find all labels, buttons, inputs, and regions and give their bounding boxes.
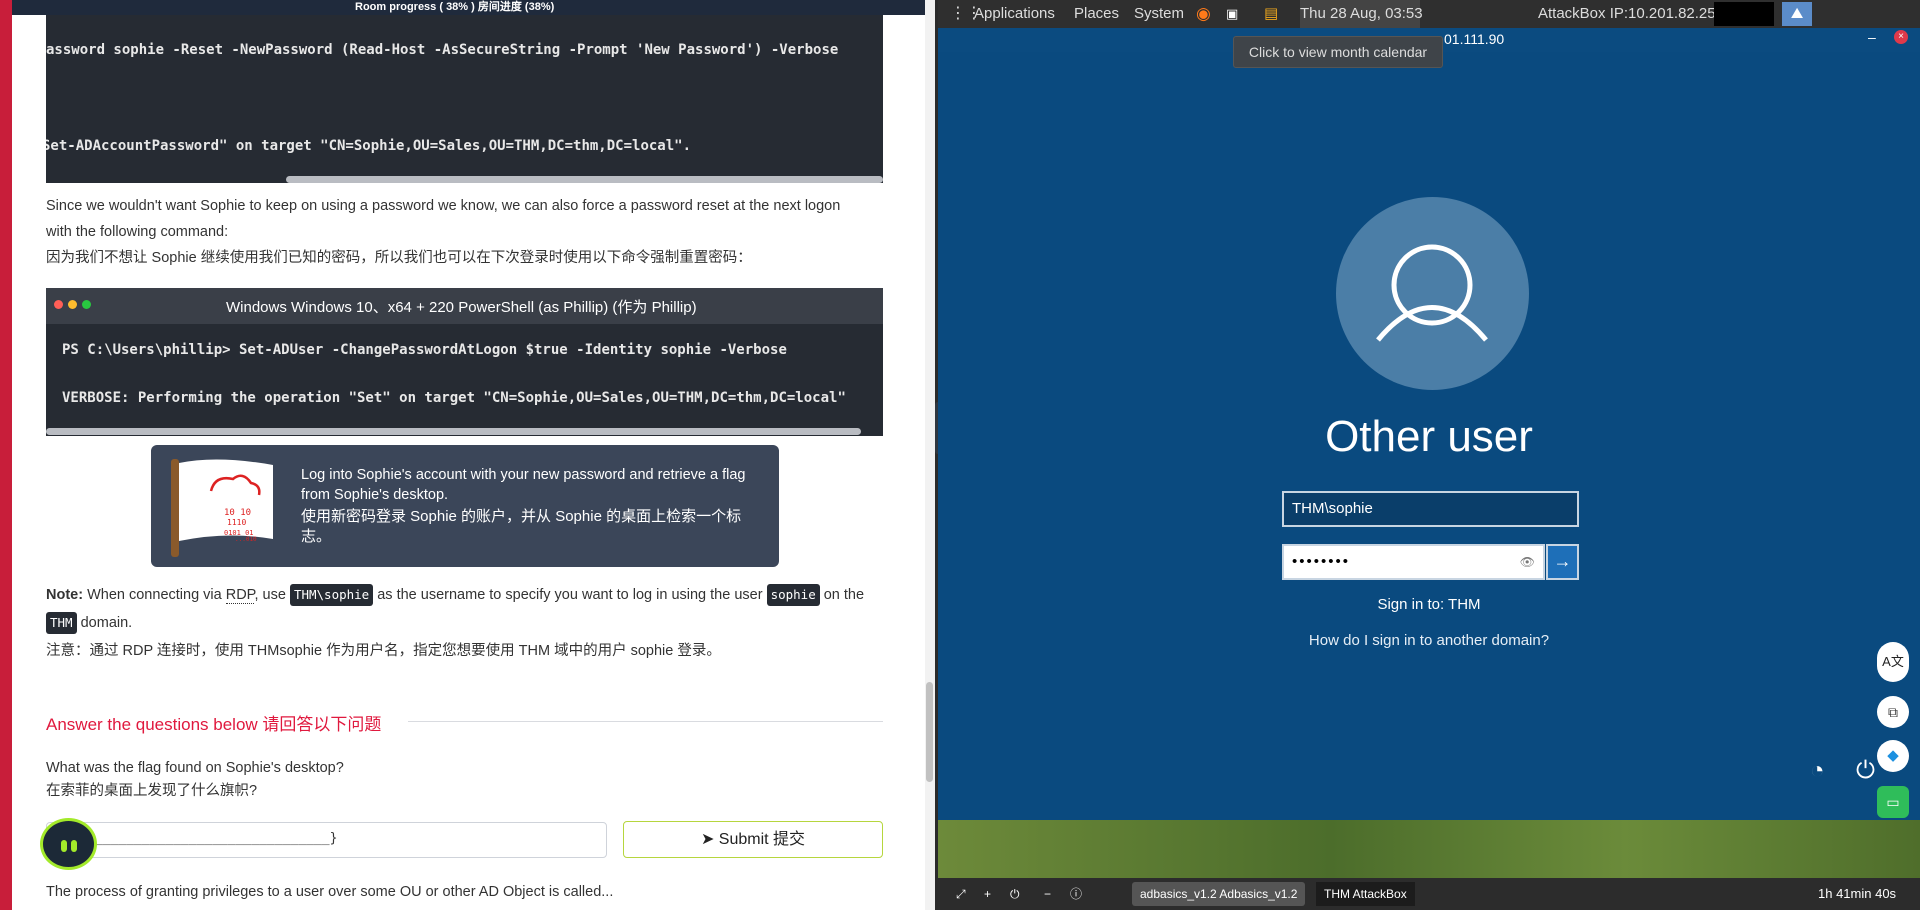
rdp-abbr: RDP — [225, 587, 255, 604]
note-text: , use — [254, 587, 290, 603]
code-scrollbar[interactable] — [286, 176, 883, 183]
attackbox-ip: AttackBox IP:10.201.82.25 — [1538, 5, 1716, 22]
flag-text: from Sophie's desktop. — [301, 487, 449, 503]
windows-login-screen: Other user THM\sophie •••••••• 👁 → Sign … — [938, 52, 1920, 820]
sublime-icon[interactable]: ▤ — [1264, 0, 1278, 28]
submit-label: Submit 提交 — [718, 831, 806, 848]
question-text: The process of granting privileges to a … — [46, 884, 614, 900]
firefox-icon[interactable]: ◉ — [1196, 0, 1211, 28]
attackbox-pane: ⋮⋮ Applications Places System ◉ ▣ ▤ Thu … — [938, 0, 1920, 910]
password-mask: •••••••• — [1292, 553, 1351, 570]
flag-text: Log into Sophie's account with your new … — [301, 467, 746, 483]
info-icon[interactable]: ⓘ — [1062, 882, 1090, 906]
flag-text-zh: 志。 — [301, 528, 332, 545]
divider — [408, 721, 883, 722]
minus-icon[interactable]: − — [1036, 882, 1059, 906]
send-icon: ➤ — [700, 831, 719, 848]
tutorial-pane: Room progress ( 38% ) 房间进度 (38%) assword… — [0, 0, 935, 910]
room-progress-label: Room progress ( 38% ) 房间进度 (38%) — [355, 1, 555, 13]
flag-task-card: 10 10 1110 0101 01 ...010 Log into Sophi… — [151, 445, 779, 567]
user-avatar-icon — [1336, 197, 1529, 390]
submit-arrow-button[interactable]: → — [1546, 544, 1579, 580]
paragraph: with the following command: — [46, 224, 229, 240]
close-dot-icon — [54, 300, 63, 309]
translate-icon[interactable]: A文 — [1877, 642, 1909, 682]
bot-eye-icon — [61, 840, 67, 852]
power-small-icon[interactable]: ⏻ — [1002, 882, 1028, 906]
terminal-scrollbar[interactable] — [46, 428, 861, 435]
note-line: THM domain. — [46, 611, 132, 635]
tab-adbasics[interactable]: adbasics_v1.2 Adbasics_v1.2 — [1132, 882, 1306, 906]
power-icon[interactable]: ⏻ — [1856, 757, 1875, 785]
terminal-icon[interactable]: ▣ — [1226, 0, 1238, 28]
terminal-line: PS C:\Users\phillip> Set-ADUser -ChangeP… — [62, 342, 787, 358]
accessibility-icon[interactable]: ◔ — [1810, 757, 1825, 785]
terminal-title: Windows Windows 10、x64 + 220 PowerShell … — [226, 299, 697, 316]
session-timer: 1h 41min 40s — [1818, 886, 1897, 901]
add-icon[interactable]: + — [976, 882, 999, 906]
minimize-dot-icon — [68, 300, 77, 309]
workspace-switcher-icon[interactable]: ⛰ — [1782, 2, 1812, 26]
menu-system[interactable]: System — [1134, 0, 1184, 28]
flag-icon: 10 10 1110 0101 01 ...010 — [171, 459, 273, 557]
note-text: as the username to specify you want to l… — [373, 587, 767, 603]
question-text-zh: 在索菲的桌面上发现了什么旗帜? — [46, 783, 258, 799]
calendar-tooltip: Click to view month calendar — [1233, 36, 1443, 68]
terminal-window: Windows Windows 10、x64 + 220 PowerShell … — [46, 288, 883, 436]
tab-attackbox[interactable]: THM AttackBox — [1316, 882, 1415, 906]
terminal-titlebar: Windows Windows 10、x64 + 220 PowerShell … — [46, 288, 883, 324]
answer-input[interactable]: _______________________________} — [46, 822, 607, 858]
taskbar: ⤢ + ⏻ − ⓘ adbasics_v1.2 Adbasics_v1.2 TH… — [938, 878, 1920, 910]
cube-icon[interactable]: ◆ — [1877, 740, 1909, 772]
assistant-bot-button[interactable] — [40, 818, 97, 870]
accent-bar — [0, 0, 12, 910]
note-text: on the — [819, 587, 865, 603]
paragraph: Since we wouldn't want Sophie to keep on… — [46, 198, 841, 214]
password-field[interactable]: •••••••• 👁 — [1282, 544, 1545, 580]
note-line: Note: When connecting via RDP, use THM\s… — [46, 583, 864, 607]
reveal-password-icon[interactable]: 👁 — [1520, 546, 1535, 578]
question-text: What was the flag found on Sophie's desk… — [46, 760, 344, 776]
flag-text-zh: 使用新密码登录 Sophie 的账户，并从 Sophie 的桌面上检索一个标 — [301, 508, 742, 525]
close-icon[interactable]: × — [1894, 30, 1908, 44]
submit-button[interactable]: ➤ Submit 提交 — [623, 821, 883, 858]
note-text: When connecting via — [83, 587, 226, 603]
chat-icon[interactable]: ▭ — [1877, 786, 1909, 818]
login-user-name: Other user — [1325, 412, 1533, 461]
tag-thm-sophie: THM\sophie — [289, 584, 374, 606]
questions-header: Answer the questions below 请回答以下问题 — [46, 715, 382, 734]
screenshot-icon[interactable]: ⧉ — [1877, 696, 1909, 728]
code-line: Set-ADAccountPassword" on target "CN=Sop… — [46, 138, 692, 154]
bot-eye-icon — [71, 840, 77, 852]
code-block-reset-password: assword sophie -Reset -NewPassword (Read… — [46, 15, 883, 183]
tag-sophie: sophie — [766, 584, 820, 606]
flag-bits: 10 10 — [224, 508, 251, 518]
system-monitor-graph — [1714, 2, 1774, 26]
system-topbar: ⋮⋮ Applications Places System ◉ ▣ ▤ Thu … — [938, 0, 1920, 28]
note-zh: 注意：通过 RDP 连接时，使用 THMsophie 作为用户名，指定您想要使用… — [46, 643, 721, 659]
menu-places[interactable]: Places — [1074, 0, 1119, 28]
fullscreen-icon[interactable]: ⤢ — [948, 882, 974, 906]
username-field[interactable]: THM\sophie — [1282, 491, 1579, 527]
minimize-icon[interactable]: – — [1868, 29, 1876, 45]
code-line: assword sophie -Reset -NewPassword (Read… — [46, 42, 839, 58]
page-scrollbar-thumb[interactable] — [926, 682, 933, 782]
window-title: 01.111.90 — [1444, 31, 1505, 47]
flag-bits: ...010 — [235, 536, 257, 543]
paragraph-zh: 因为我们不想让 Sophie 继续使用我们已知的密码，所以我们也可以在下次登录时… — [46, 250, 752, 266]
room-progress-bar: Room progress ( 38% ) 房间进度 (38%) — [0, 0, 925, 15]
menu-applications[interactable]: Applications — [974, 0, 1055, 28]
maximize-dot-icon — [82, 300, 91, 309]
terminal-line: VERBOSE: Performing the operation "Set" … — [62, 390, 846, 406]
another-domain-link[interactable]: How do I sign in to another domain? — [938, 632, 1920, 649]
note-label: Note: — [46, 587, 84, 603]
signin-domain-label: Sign in to: THM — [1377, 596, 1481, 613]
clock[interactable]: Thu 28 Aug, 03:53 — [1300, 0, 1423, 28]
tag-thm: THM — [46, 612, 77, 634]
note-text: domain. — [76, 615, 133, 631]
flag-bits: 1110 — [227, 518, 246, 527]
desktop-background — [938, 820, 1920, 878]
